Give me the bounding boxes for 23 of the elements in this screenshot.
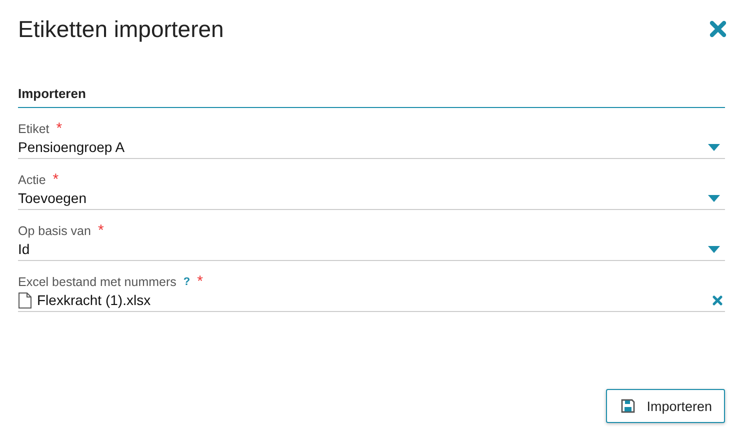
field-label: Actie [18,173,46,187]
required-marker: * [197,276,203,288]
field-label: Op basis van [18,224,91,238]
required-marker: * [56,123,62,135]
caret-icon [708,144,720,150]
close-icon[interactable] [709,20,727,38]
remove-icon[interactable] [712,294,723,306]
caret-icon [708,246,720,252]
select-field[interactable]: Toevoegen [18,187,725,210]
field-label: Etiket [18,122,50,136]
required-marker: * [52,174,59,186]
dialog-title: Etiketten importeren [18,16,224,42]
file-field[interactable]: Flexkracht (1).xlsx [18,289,725,312]
required-marker: * [98,225,104,237]
select-field[interactable]: Id [18,238,725,261]
field-label: Excel bestand met nummers [18,275,176,289]
help-icon[interactable]: ? [183,276,190,288]
save-icon [620,399,635,413]
file-icon [18,292,32,308]
section-title: Importeren [18,86,86,101]
caret-icon [708,194,720,202]
select-field[interactable]: Pensioengroep A [18,136,725,159]
import-button[interactable]: Importeren [606,389,725,423]
